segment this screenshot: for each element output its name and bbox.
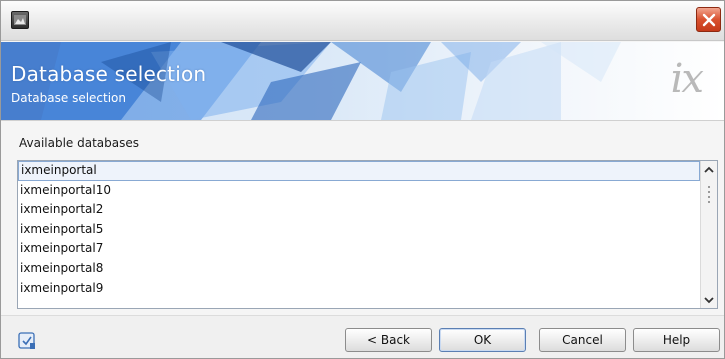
dialog-window: Database selection Database selection ix… <box>0 0 725 359</box>
available-databases-label: Available databases <box>19 136 140 150</box>
header-banner: Database selection Database selection ix <box>1 42 724 120</box>
scroll-down-arrow-icon <box>704 296 714 303</box>
cancel-button[interactable]: Cancel <box>539 328 626 352</box>
vertical-scrollbar[interactable] <box>700 161 717 308</box>
close-icon <box>702 13 716 27</box>
back-button[interactable]: < Back <box>345 328 432 352</box>
help-button[interactable]: Help <box>633 328 720 352</box>
help-icon[interactable] <box>18 332 36 350</box>
button-bar: < Back OK Cancel Help <box>1 316 724 358</box>
close-button[interactable] <box>696 7 721 32</box>
database-list[interactable]: ixmeinportal ixmeinportal10 ixmeinportal… <box>18 161 700 308</box>
dialog-subtitle: Database selection <box>11 91 127 105</box>
list-item[interactable]: ixmeinportal <box>18 161 700 181</box>
database-listbox[interactable]: ixmeinportal ixmeinportal10 ixmeinportal… <box>17 160 718 309</box>
list-item[interactable]: ixmeinportal9 <box>18 279 700 299</box>
scroll-grip-icon[interactable] <box>707 185 711 205</box>
scroll-up-button[interactable] <box>701 161 717 178</box>
scroll-down-button[interactable] <box>701 291 717 308</box>
header-divider <box>1 120 724 121</box>
list-item[interactable]: ixmeinportal7 <box>18 239 700 259</box>
scroll-up-arrow-icon <box>704 166 714 173</box>
app-icon[interactable] <box>11 11 29 29</box>
list-item[interactable]: ixmeinportal2 <box>18 200 700 220</box>
list-item[interactable]: ixmeinportal8 <box>18 259 700 279</box>
ok-button[interactable]: OK <box>439 328 526 352</box>
dialog-title: Database selection <box>11 62 207 86</box>
list-item[interactable]: ixmeinportal5 <box>18 220 700 240</box>
list-item[interactable]: ixmeinportal10 <box>18 181 700 201</box>
title-bar <box>1 1 724 41</box>
ix-logo: ix <box>670 56 704 102</box>
